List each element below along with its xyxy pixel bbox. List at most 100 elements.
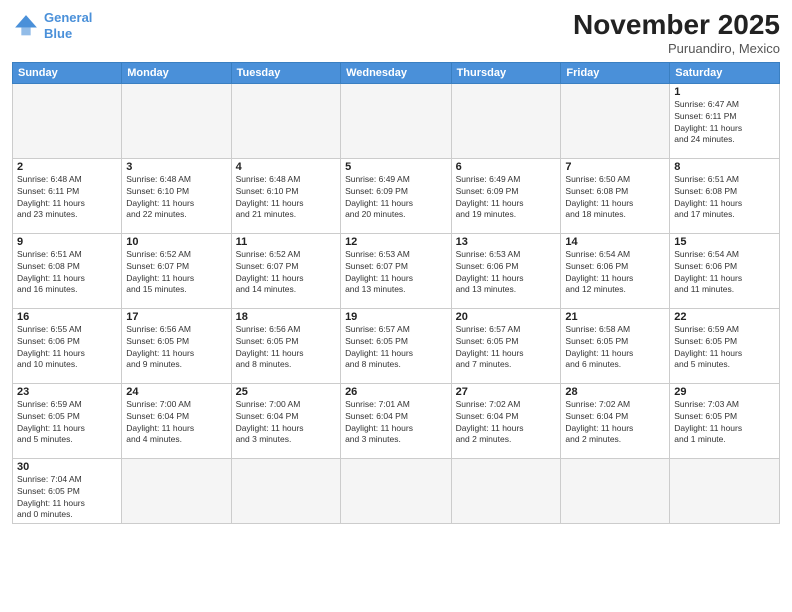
day-number: 4	[236, 161, 336, 173]
day-number: 27	[456, 386, 557, 398]
day-number: 15	[674, 236, 775, 248]
day-info: Sunrise: 6:49 AM Sunset: 6:09 PM Dayligh…	[456, 174, 557, 222]
day-info: Sunrise: 6:52 AM Sunset: 6:07 PM Dayligh…	[236, 249, 336, 297]
day-cell	[561, 458, 670, 524]
day-cell: 25Sunrise: 7:00 AM Sunset: 6:04 PM Dayli…	[231, 383, 340, 458]
day-cell: 4Sunrise: 6:48 AM Sunset: 6:10 PM Daylig…	[231, 158, 340, 233]
day-info: Sunrise: 6:48 AM Sunset: 6:11 PM Dayligh…	[17, 174, 117, 222]
day-cell: 16Sunrise: 6:55 AM Sunset: 6:06 PM Dayli…	[13, 308, 122, 383]
day-number: 2	[17, 161, 117, 173]
day-cell: 26Sunrise: 7:01 AM Sunset: 6:04 PM Dayli…	[341, 383, 452, 458]
logo-line2: Blue	[44, 26, 72, 41]
day-info: Sunrise: 7:01 AM Sunset: 6:04 PM Dayligh…	[345, 399, 447, 447]
week-row-3: 9Sunrise: 6:51 AM Sunset: 6:08 PM Daylig…	[13, 233, 780, 308]
page: General Blue November 2025 Puruandiro, M…	[0, 0, 792, 612]
day-cell	[341, 83, 452, 158]
day-cell	[122, 83, 231, 158]
day-number: 28	[565, 386, 665, 398]
day-info: Sunrise: 6:47 AM Sunset: 6:11 PM Dayligh…	[674, 99, 775, 147]
weekday-header-row: SundayMondayTuesdayWednesdayThursdayFrid…	[13, 62, 780, 83]
day-cell: 21Sunrise: 6:58 AM Sunset: 6:05 PM Dayli…	[561, 308, 670, 383]
week-row-1: 1Sunrise: 6:47 AM Sunset: 6:11 PM Daylig…	[13, 83, 780, 158]
day-info: Sunrise: 6:50 AM Sunset: 6:08 PM Dayligh…	[565, 174, 665, 222]
day-cell	[451, 458, 561, 524]
day-cell: 6Sunrise: 6:49 AM Sunset: 6:09 PM Daylig…	[451, 158, 561, 233]
day-cell: 1Sunrise: 6:47 AM Sunset: 6:11 PM Daylig…	[670, 83, 780, 158]
day-number: 17	[126, 311, 226, 323]
day-cell: 11Sunrise: 6:52 AM Sunset: 6:07 PM Dayli…	[231, 233, 340, 308]
day-info: Sunrise: 7:03 AM Sunset: 6:05 PM Dayligh…	[674, 399, 775, 447]
logo: General Blue	[12, 10, 92, 41]
week-row-6: 30Sunrise: 7:04 AM Sunset: 6:05 PM Dayli…	[13, 458, 780, 524]
day-cell	[341, 458, 452, 524]
day-info: Sunrise: 6:53 AM Sunset: 6:06 PM Dayligh…	[456, 249, 557, 297]
day-info: Sunrise: 7:02 AM Sunset: 6:04 PM Dayligh…	[456, 399, 557, 447]
day-number: 23	[17, 386, 117, 398]
day-info: Sunrise: 6:51 AM Sunset: 6:08 PM Dayligh…	[17, 249, 117, 297]
day-number: 25	[236, 386, 336, 398]
day-info: Sunrise: 6:48 AM Sunset: 6:10 PM Dayligh…	[236, 174, 336, 222]
day-number: 18	[236, 311, 336, 323]
day-cell: 19Sunrise: 6:57 AM Sunset: 6:05 PM Dayli…	[341, 308, 452, 383]
day-number: 1	[674, 86, 775, 98]
day-cell: 9Sunrise: 6:51 AM Sunset: 6:08 PM Daylig…	[13, 233, 122, 308]
day-number: 3	[126, 161, 226, 173]
day-info: Sunrise: 6:56 AM Sunset: 6:05 PM Dayligh…	[126, 324, 226, 372]
day-info: Sunrise: 6:51 AM Sunset: 6:08 PM Dayligh…	[674, 174, 775, 222]
day-cell: 13Sunrise: 6:53 AM Sunset: 6:06 PM Dayli…	[451, 233, 561, 308]
day-cell	[451, 83, 561, 158]
weekday-header-saturday: Saturday	[670, 62, 780, 83]
day-info: Sunrise: 7:02 AM Sunset: 6:04 PM Dayligh…	[565, 399, 665, 447]
day-cell: 3Sunrise: 6:48 AM Sunset: 6:10 PM Daylig…	[122, 158, 231, 233]
weekday-header-friday: Friday	[561, 62, 670, 83]
day-info: Sunrise: 6:54 AM Sunset: 6:06 PM Dayligh…	[565, 249, 665, 297]
day-info: Sunrise: 6:59 AM Sunset: 6:05 PM Dayligh…	[674, 324, 775, 372]
weekday-header-sunday: Sunday	[13, 62, 122, 83]
day-cell: 14Sunrise: 6:54 AM Sunset: 6:06 PM Dayli…	[561, 233, 670, 308]
day-cell: 2Sunrise: 6:48 AM Sunset: 6:11 PM Daylig…	[13, 158, 122, 233]
day-number: 10	[126, 236, 226, 248]
day-number: 16	[17, 311, 117, 323]
day-cell	[561, 83, 670, 158]
day-cell: 7Sunrise: 6:50 AM Sunset: 6:08 PM Daylig…	[561, 158, 670, 233]
day-number: 11	[236, 236, 336, 248]
day-cell: 28Sunrise: 7:02 AM Sunset: 6:04 PM Dayli…	[561, 383, 670, 458]
calendar: SundayMondayTuesdayWednesdayThursdayFrid…	[12, 62, 780, 525]
day-cell: 24Sunrise: 7:00 AM Sunset: 6:04 PM Dayli…	[122, 383, 231, 458]
day-info: Sunrise: 6:57 AM Sunset: 6:05 PM Dayligh…	[345, 324, 447, 372]
day-number: 9	[17, 236, 117, 248]
day-info: Sunrise: 6:57 AM Sunset: 6:05 PM Dayligh…	[456, 324, 557, 372]
day-info: Sunrise: 6:49 AM Sunset: 6:09 PM Dayligh…	[345, 174, 447, 222]
day-info: Sunrise: 6:56 AM Sunset: 6:05 PM Dayligh…	[236, 324, 336, 372]
day-cell: 17Sunrise: 6:56 AM Sunset: 6:05 PM Dayli…	[122, 308, 231, 383]
day-cell	[13, 83, 122, 158]
day-cell: 18Sunrise: 6:56 AM Sunset: 6:05 PM Dayli…	[231, 308, 340, 383]
day-number: 30	[17, 461, 117, 473]
location: Puruandiro, Mexico	[573, 41, 780, 56]
day-number: 24	[126, 386, 226, 398]
header: General Blue November 2025 Puruandiro, M…	[12, 10, 780, 56]
day-number: 26	[345, 386, 447, 398]
day-number: 6	[456, 161, 557, 173]
weekday-header-thursday: Thursday	[451, 62, 561, 83]
day-info: Sunrise: 6:48 AM Sunset: 6:10 PM Dayligh…	[126, 174, 226, 222]
day-cell: 5Sunrise: 6:49 AM Sunset: 6:09 PM Daylig…	[341, 158, 452, 233]
day-info: Sunrise: 6:54 AM Sunset: 6:06 PM Dayligh…	[674, 249, 775, 297]
month-title: November 2025	[573, 10, 780, 41]
day-info: Sunrise: 7:00 AM Sunset: 6:04 PM Dayligh…	[126, 399, 226, 447]
week-row-5: 23Sunrise: 6:59 AM Sunset: 6:05 PM Dayli…	[13, 383, 780, 458]
day-number: 19	[345, 311, 447, 323]
week-row-4: 16Sunrise: 6:55 AM Sunset: 6:06 PM Dayli…	[13, 308, 780, 383]
day-info: Sunrise: 6:59 AM Sunset: 6:05 PM Dayligh…	[17, 399, 117, 447]
day-info: Sunrise: 6:53 AM Sunset: 6:07 PM Dayligh…	[345, 249, 447, 297]
day-cell: 30Sunrise: 7:04 AM Sunset: 6:05 PM Dayli…	[13, 458, 122, 524]
day-info: Sunrise: 7:00 AM Sunset: 6:04 PM Dayligh…	[236, 399, 336, 447]
day-info: Sunrise: 6:52 AM Sunset: 6:07 PM Dayligh…	[126, 249, 226, 297]
logo-line1: General	[44, 10, 92, 25]
logo-icon	[12, 12, 40, 40]
day-cell: 29Sunrise: 7:03 AM Sunset: 6:05 PM Dayli…	[670, 383, 780, 458]
day-number: 7	[565, 161, 665, 173]
day-info: Sunrise: 6:58 AM Sunset: 6:05 PM Dayligh…	[565, 324, 665, 372]
weekday-header-monday: Monday	[122, 62, 231, 83]
day-cell	[231, 83, 340, 158]
